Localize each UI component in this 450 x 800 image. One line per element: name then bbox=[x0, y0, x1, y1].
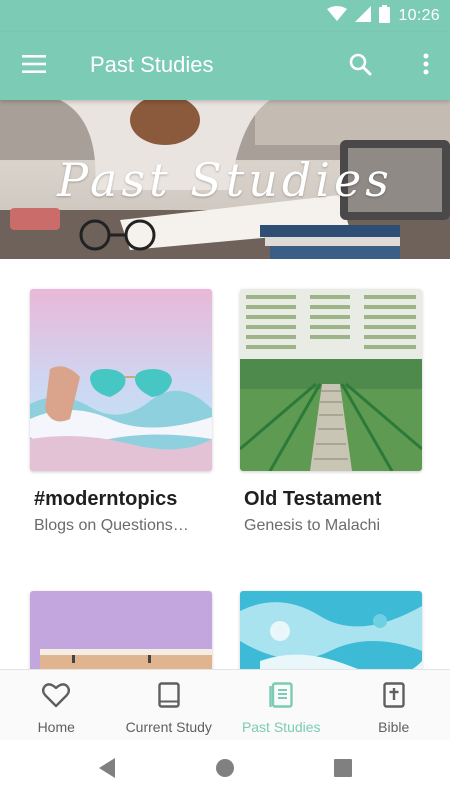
recents-icon bbox=[334, 758, 352, 782]
page-title: Past Studies bbox=[90, 52, 214, 77]
status-bar: 10:26 bbox=[0, 0, 450, 32]
nav-item-home[interactable]: Home bbox=[0, 670, 113, 740]
study-thumbnail bbox=[240, 289, 422, 471]
app-bar: Past Studies bbox=[0, 32, 450, 100]
nav-item-past-studies[interactable]: Past Studies bbox=[225, 670, 338, 740]
signal-icon bbox=[355, 5, 372, 27]
sunglasses-wave-image bbox=[30, 289, 212, 471]
study-title: #moderntopics bbox=[34, 488, 178, 510]
banner-title: Past Studies bbox=[0, 100, 450, 259]
system-navigation-bar bbox=[0, 740, 450, 800]
banner-script-text: Past Studies bbox=[57, 152, 393, 207]
nav-label: Bible bbox=[378, 719, 410, 735]
recents-button[interactable] bbox=[328, 755, 358, 785]
battery-icon bbox=[379, 4, 391, 28]
wifi-icon bbox=[327, 5, 348, 27]
study-thumbnail bbox=[30, 289, 212, 471]
nav-item-bible[interactable]: Bible bbox=[338, 670, 450, 740]
search-button[interactable] bbox=[340, 48, 380, 84]
status-time: 10:26 bbox=[398, 7, 440, 24]
nav-label: Home bbox=[37, 719, 75, 735]
book-stack-icon bbox=[269, 682, 293, 713]
study-thumbnail bbox=[30, 591, 212, 669]
nav-label: Past Studies bbox=[241, 719, 321, 735]
bible-cross-icon bbox=[383, 682, 405, 713]
purple-sky-image bbox=[30, 591, 212, 669]
overflow-menu-button[interactable] bbox=[414, 48, 438, 84]
back-button[interactable] bbox=[92, 755, 122, 785]
nav-item-current-study[interactable]: Current Study bbox=[113, 670, 226, 740]
study-card-moderntopics[interactable]: #moderntopics Blogs on Questions… bbox=[30, 289, 212, 535]
header-banner: Past Studies bbox=[0, 100, 450, 259]
studies-grid: #moderntopics Blogs on Questions… Old Te… bbox=[0, 259, 450, 669]
book-icon bbox=[158, 682, 180, 713]
back-icon bbox=[97, 757, 117, 784]
study-card-old-testament[interactable]: Old Testament Genesis to Malachi bbox=[240, 289, 422, 535]
overflow-menu-icon bbox=[423, 53, 429, 80]
bottom-navigation: Home Current Study Past Studies Bible bbox=[0, 669, 450, 740]
study-card-3[interactable] bbox=[30, 591, 212, 669]
stairs-building-image bbox=[240, 289, 422, 471]
menu-icon bbox=[22, 54, 46, 78]
study-card-4[interactable] bbox=[240, 591, 422, 669]
home-button[interactable] bbox=[210, 755, 240, 785]
study-thumbnail bbox=[240, 591, 422, 669]
study-subtitle: Genesis to Malachi bbox=[244, 517, 381, 534]
status-icons: 10:26 bbox=[327, 4, 440, 28]
study-subtitle: Blogs on Questions… bbox=[34, 517, 189, 534]
nav-label: Current Study bbox=[125, 719, 212, 735]
marble-teal-image bbox=[240, 591, 422, 669]
menu-button[interactable] bbox=[14, 48, 54, 84]
home-circle-icon bbox=[215, 758, 235, 783]
search-icon bbox=[348, 52, 372, 81]
heart-icon bbox=[42, 682, 71, 713]
study-title: Old Testament bbox=[244, 488, 382, 510]
